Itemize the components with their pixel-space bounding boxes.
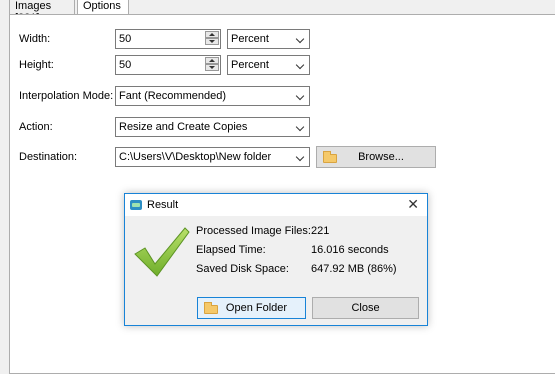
spin-up-icon[interactable] (205, 31, 219, 38)
interpolation-value: Fant (Recommended) (119, 90, 226, 102)
height-value: 50 (119, 59, 132, 71)
elapsed-label: Elapsed Time: (196, 244, 266, 256)
width-value: 50 (119, 33, 132, 45)
open-folder-button[interactable]: Open Folder (197, 297, 306, 319)
width-label: Width: (19, 33, 51, 45)
checkmark-icon (134, 227, 190, 277)
processed-value: 221 (311, 225, 330, 237)
elapsed-value: 16.016 seconds (311, 244, 389, 256)
close-button[interactable]: Close (312, 297, 419, 319)
browse-button[interactable]: Browse... (316, 146, 436, 168)
height-unit-value: Percent (231, 59, 269, 71)
open-folder-label: Open Folder (225, 302, 288, 314)
action-select[interactable]: Resize and Create Copies (115, 117, 310, 137)
folder-icon (323, 151, 337, 163)
app-icon (130, 200, 142, 210)
saved-space-value: 647.92 MB (86%) (311, 263, 397, 275)
interpolation-select[interactable]: Fant (Recommended) (115, 86, 310, 106)
spin-up-icon[interactable] (205, 57, 219, 64)
saved-space-label: Saved Disk Space: (196, 263, 289, 275)
folder-icon (204, 302, 218, 314)
action-value: Resize and Create Copies (119, 121, 248, 133)
width-spinner[interactable] (205, 31, 219, 47)
tab-options[interactable]: Options (77, 0, 129, 15)
destination-value: C:\Users\V\Desktop\New folder (119, 151, 272, 163)
width-input[interactable]: 50 (115, 29, 221, 49)
dialog-title: Result (147, 199, 179, 211)
spin-down-icon[interactable] (205, 38, 219, 45)
interpolation-label: Interpolation Mode: (19, 90, 114, 102)
destination-label: Destination: (19, 151, 78, 163)
close-label: Close (351, 302, 380, 314)
width-unit-value: Percent (231, 33, 269, 45)
result-dialog: Result ✕ Processed Image Files: 221 Elap… (124, 193, 428, 326)
height-unit-select[interactable]: Percent (227, 55, 310, 75)
action-label: Action: (19, 121, 53, 133)
height-input[interactable]: 50 (115, 55, 221, 75)
destination-select[interactable]: C:\Users\V\Desktop\New folder (115, 147, 310, 167)
height-spinner[interactable] (205, 57, 219, 73)
width-unit-select[interactable]: Percent (227, 29, 310, 49)
dialog-footer: Open Folder Close (125, 278, 427, 325)
tab-images[interactable]: Images [221] (9, 0, 75, 24)
spin-down-icon[interactable] (205, 64, 219, 71)
processed-label: Processed Image Files: (196, 225, 311, 237)
height-label: Height: (19, 59, 54, 71)
browse-label: Browse... (358, 151, 404, 163)
close-icon[interactable]: ✕ (407, 196, 419, 213)
